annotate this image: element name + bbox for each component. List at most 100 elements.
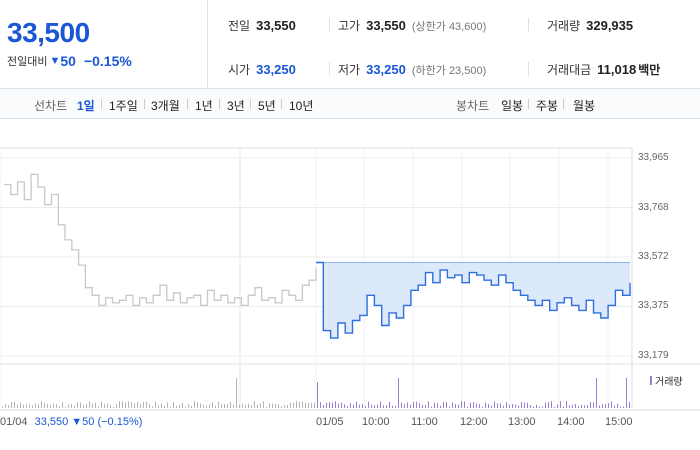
volume-bar [581,404,582,408]
divider [329,18,330,32]
divider [281,99,282,109]
price-chart[interactable]: 33,965 33,768 33,572 33,375 33,179 거래량 0… [0,120,700,450]
volume-bar [5,404,6,408]
stat-value: 33,250 [256,62,296,77]
volume-bar [554,406,555,408]
volume-bar [431,406,432,408]
volume-bar [494,401,495,408]
volume-bar [407,402,408,408]
volume-bar [506,402,507,408]
volume-bar [467,406,468,408]
volume-bar [509,404,510,408]
volume-bar [416,401,417,408]
y-tick-label: 33,375 [638,300,669,311]
volume-bar [134,403,135,408]
x-tick-label: 01/05 [316,416,344,428]
volume-bar [263,401,264,408]
stat-value: 11,018 [597,62,637,77]
volume-bar [521,401,522,408]
volume-bar [275,404,276,408]
volume-bar [284,404,285,408]
volume-bar [518,405,519,408]
volume-bar [590,402,591,408]
period-monthly[interactable]: 월봉 [573,97,595,114]
volume-bar [164,405,165,408]
volume-bar [530,404,531,408]
period-1d[interactable]: 1일 [77,97,95,114]
stat-unit: 백만 [638,63,661,77]
volume-bar [191,405,192,408]
volume-bar [293,402,294,408]
volume-bar [548,402,549,408]
volume-bar [359,404,360,408]
volume-bar [173,402,174,408]
divider [563,99,564,109]
volume-bar [221,404,222,408]
volume-bar [605,404,606,408]
volume-bar [8,405,9,408]
stat-label: 고가 [338,19,361,33]
volume-bar [344,404,345,408]
volume-bar [620,406,621,408]
volume-bar [536,404,537,408]
volume-bar [524,402,525,408]
stat-label: 전일 [228,19,251,33]
volume-bar [515,404,516,408]
divider [144,99,145,109]
volume-bar [413,401,414,408]
y-tick-label: 33,965 [638,152,669,163]
period-daily[interactable]: 일봉 [501,97,523,114]
volume-bar [383,405,384,408]
volume-bar [23,404,24,408]
period-5y[interactable]: 5년 [258,97,276,114]
stat-label: 거래대금 [547,63,592,77]
volume-bar [629,402,630,408]
volume-bar [371,404,372,408]
volume-bar [287,404,288,408]
volume-bar [53,403,54,408]
volume-bar [116,404,117,408]
volume-bar [185,406,186,408]
stat-volume: 거래량 329,935 [547,17,633,34]
volume-bar [122,401,123,408]
volume-bar [380,401,381,408]
volume-bar [101,401,102,408]
volume-bar [179,404,180,408]
volume-bar [290,402,291,408]
stat-high: 고가 33,550 (상한가 43,600) [338,17,486,34]
volume-bar [269,403,270,408]
period-1y[interactable]: 1년 [195,97,213,114]
change-value: 50 [60,53,76,69]
y-tick-label: 33,768 [638,202,669,213]
period-10y[interactable]: 10년 [289,97,313,114]
volume-bar [563,406,564,408]
volume-bar [182,402,183,408]
divider [101,99,102,109]
period-weekly[interactable]: 주봉 [536,97,558,114]
volume-bar [29,404,30,408]
volume-bar [212,402,213,408]
volume-bar [611,401,612,408]
volume-bar [587,405,588,408]
change-label: 전일대비 [7,56,48,68]
period-3m[interactable]: 3개월 [151,97,180,114]
volume-bar [575,403,576,408]
volume-bar [326,402,327,408]
volume-bar [167,402,168,408]
volume-bar [74,405,75,408]
volume-bar [347,405,348,408]
volume-bar [560,401,561,408]
volume-bar [617,403,618,408]
volume-bar [578,406,579,408]
volume-bar [482,406,483,408]
volume-bar [602,404,603,408]
period-1w[interactable]: 1주일 [109,97,138,114]
hover-date: 01/04 [0,416,28,428]
volume-bar [572,404,573,408]
price-change: 전일대비 ▼ 50 −0.15% [7,53,132,69]
period-3y[interactable]: 3년 [227,97,245,114]
volume-bar [389,402,390,408]
stat-value: 33,550 [366,18,406,33]
volume-bar [158,405,159,408]
volume-bar [332,402,333,408]
